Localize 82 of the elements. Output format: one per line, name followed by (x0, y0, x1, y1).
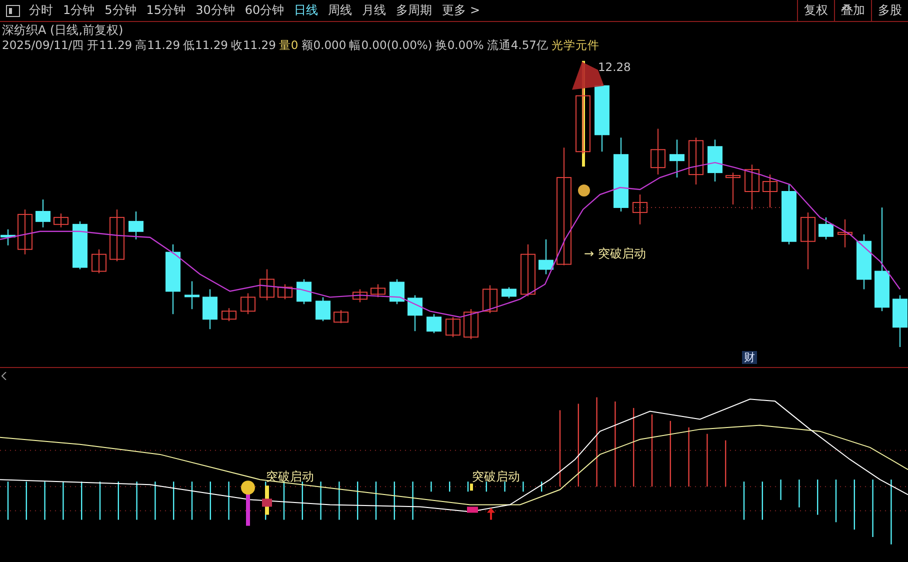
period-tab[interactable]: 更多 > (437, 2, 485, 19)
quote-value: 2025/09/11/四 (2, 38, 84, 53)
candlestick (408, 294, 422, 332)
quote-value: 收11.29 (230, 38, 276, 53)
period-tab[interactable]: 30分钟 (190, 2, 240, 19)
high-price-label: 12.28 (598, 60, 631, 74)
candlestick (744, 164, 760, 210)
candlestick (762, 174, 778, 208)
candlestick (54, 212, 68, 228)
candlestick (390, 278, 404, 305)
candlestick (278, 284, 292, 300)
candlestick (72, 220, 88, 270)
toolbar-button[interactable]: 多股 (871, 0, 908, 22)
candlestick (352, 288, 368, 303)
candlestick (708, 139, 722, 182)
candlestick (838, 218, 852, 248)
candlestick (184, 280, 200, 310)
candlestick (538, 238, 554, 275)
candlestick (782, 184, 796, 245)
quote-value: 开11.29 (87, 38, 132, 53)
quote-value: 量0 (278, 38, 298, 53)
period-tab[interactable]: 1分钟 (58, 2, 100, 19)
toolbar-button[interactable]: 复权 (797, 0, 834, 22)
candlestick (92, 248, 106, 274)
candlestick (296, 278, 312, 305)
candlestick (670, 139, 684, 178)
candlestick (36, 198, 50, 228)
quote-value: 流通4.57亿 (486, 38, 548, 53)
signal-label: 突破启动 (266, 470, 314, 484)
quote-value: 低11.29 (183, 38, 228, 53)
candlestick (110, 208, 124, 262)
period-tab[interactable]: 周线 (323, 2, 358, 19)
quote-value: 额0.000 (301, 38, 346, 53)
signal-marker (467, 506, 478, 513)
candlestick (18, 208, 32, 255)
toolbar-button[interactable]: 叠加 (834, 0, 871, 22)
candlestick (892, 294, 908, 348)
candlestick (334, 310, 348, 324)
candlestick (426, 314, 442, 334)
stock-title: 深纺织A (日线,前复权) (2, 22, 124, 38)
candlestick (502, 286, 516, 299)
candlestick (464, 308, 478, 340)
panel-toggle-icon[interactable] (6, 4, 20, 16)
candlestick (128, 210, 144, 240)
candlestick (726, 172, 740, 205)
candlestick (316, 296, 330, 322)
candlestick (520, 244, 536, 297)
signal-bar (470, 484, 473, 491)
candlestick (446, 316, 460, 338)
signal-bar (246, 492, 250, 526)
signal-marker (262, 498, 272, 507)
up-arrow-icon (487, 508, 495, 520)
candlestick (800, 212, 816, 270)
period-tab[interactable]: 15分钟 (141, 2, 191, 19)
candlestick (594, 83, 610, 152)
candlestick (632, 194, 648, 225)
quote-value: 幅0.00(0.00%) (349, 38, 432, 53)
signal-label: → 突破启动 (584, 246, 646, 260)
collapse-icon[interactable] (1, 372, 7, 380)
candlestick (650, 128, 666, 176)
signal-label: 突破启动 (472, 470, 520, 484)
candlestick (856, 234, 872, 290)
candlestick (202, 288, 218, 330)
candlestick (482, 284, 498, 314)
period-tab[interactable]: 60分钟 (240, 2, 290, 19)
period-tab[interactable]: 日线 (289, 2, 324, 19)
finance-badge[interactable]: 财 (742, 351, 757, 364)
quote-value: 换0.00% (435, 38, 484, 53)
quote-value: 高11.29 (135, 38, 180, 53)
candlestick (818, 216, 834, 240)
period-tab[interactable]: 多周期 (391, 2, 438, 19)
candlestick (240, 292, 256, 315)
period-tab[interactable]: 5分钟 (100, 2, 142, 19)
candlestick (260, 268, 274, 301)
period-tab[interactable]: 分时 (24, 2, 58, 19)
candlestick (0, 228, 16, 246)
period-tab[interactable]: 月线 (357, 2, 392, 19)
candlestick (370, 284, 386, 298)
candlestick (688, 137, 704, 186)
quote-value: 光学元件 (551, 38, 600, 53)
candlestick (166, 244, 180, 315)
candlestick (222, 308, 236, 322)
